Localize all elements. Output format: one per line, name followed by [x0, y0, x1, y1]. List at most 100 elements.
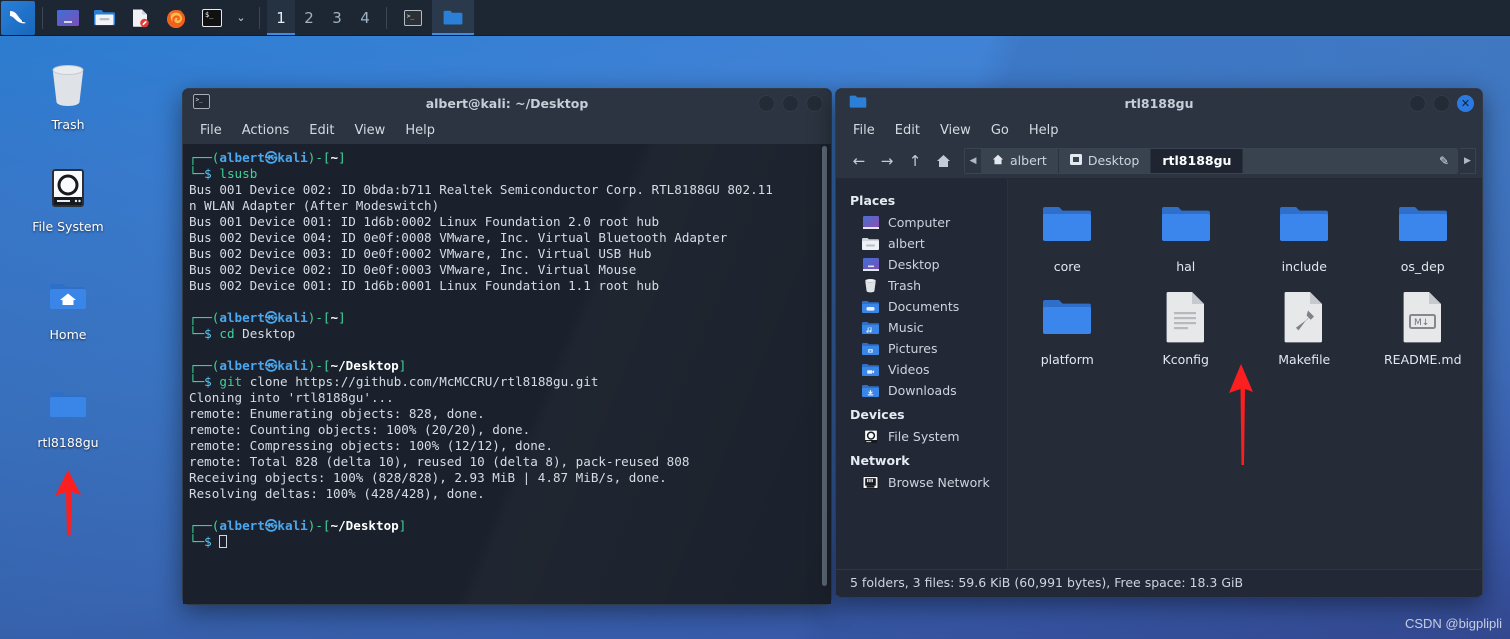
file-item-core[interactable]: core — [1008, 193, 1127, 274]
terminal-window-buttons[interactable] — [758, 94, 823, 112]
sidebar-item-label: Music — [888, 320, 924, 335]
markdown-file-icon: M↓ — [1364, 286, 1483, 344]
filemanager-window-buttons[interactable]: ✕ — [1409, 94, 1474, 112]
sidebar-item-computer[interactable]: Computer — [836, 212, 1007, 233]
desktop-icon-label: File System — [32, 219, 104, 234]
sidebar-item-documents[interactable]: Documents — [836, 296, 1007, 317]
maximize-button[interactable] — [782, 94, 799, 112]
arrow-pointing-to-rtl8188gu-desktop-folder — [55, 470, 81, 536]
documents-folder-icon — [862, 299, 879, 314]
chevron-down-icon[interactable]: ⌄ — [230, 11, 252, 24]
terminal-scrollbar[interactable] — [820, 144, 829, 604]
desktop-icon-trash[interactable]: Trash — [13, 58, 123, 132]
file-item-readme-md[interactable]: M↓ README.md — [1364, 286, 1483, 367]
close-button[interactable]: ✕ — [1457, 94, 1474, 112]
menu-file[interactable]: File — [846, 121, 882, 140]
workspace-1[interactable]: 1 — [267, 0, 295, 35]
workspace-3[interactable]: 3 — [323, 0, 351, 35]
trash-icon — [13, 58, 123, 110]
sidebar-item-videos[interactable]: Videos — [836, 359, 1007, 380]
terminal-prompt-line: ┌──(albert㉿kali)-[~] — [189, 310, 346, 325]
file-manager-window[interactable]: rtl8188gu ✕ File Edit View Go Help ← → ↑… — [835, 88, 1483, 598]
menu-file[interactable]: File — [193, 121, 229, 140]
breadcrumb-scroll-left-icon[interactable]: ◀ — [965, 148, 981, 173]
terminal-titlebar[interactable]: >_ albert@kali: ~/Desktop — [183, 89, 831, 117]
breadcrumb-desktop[interactable]: Desktop — [1058, 148, 1152, 173]
file-item-include[interactable]: include — [1245, 193, 1364, 274]
sidebar-item-downloads[interactable]: Downloads — [836, 380, 1007, 401]
sidebar-item-trash[interactable]: Trash — [836, 275, 1007, 296]
file-item-makefile[interactable]: Makefile — [1245, 286, 1364, 367]
home-icon[interactable] — [930, 148, 956, 174]
sidebar-item-pictures[interactable]: Pictures — [836, 338, 1007, 359]
terminal-prompt-line: ┌──(albert㉿kali)-[~/Desktop] — [189, 518, 407, 533]
close-button[interactable] — [806, 94, 823, 112]
sidebar-item-browse-network[interactable]: Browse Network — [836, 472, 1007, 493]
filemanager-menubar[interactable]: File Edit View Go Help — [836, 117, 1482, 143]
terminal-icon: >_ — [193, 93, 210, 113]
folder-icon — [1127, 193, 1246, 251]
file-item-hal[interactable]: hal — [1127, 193, 1246, 274]
workspace-2[interactable]: 2 — [295, 0, 323, 35]
file-manager-icon[interactable] — [89, 3, 119, 33]
minimize-button[interactable] — [758, 94, 775, 112]
show-desktop-icon[interactable] — [53, 3, 83, 33]
sidebar-item-albert[interactable]: albert — [836, 233, 1007, 254]
breadcrumb-scroll-right-icon[interactable]: ▶ — [1460, 147, 1476, 174]
breadcrumb-albert[interactable]: albert — [981, 148, 1059, 173]
terminal-window[interactable]: >_ albert@kali: ~/Desktop File Actions E… — [182, 88, 832, 605]
sidebar-item-label: albert — [888, 236, 925, 251]
sidebar-item-music[interactable]: Music — [836, 317, 1007, 338]
sidebar-item-desktop[interactable]: Desktop — [836, 254, 1007, 275]
menu-view[interactable]: View — [347, 121, 392, 140]
filemanager-titlebar[interactable]: rtl8188gu ✕ — [836, 89, 1482, 117]
terminal-output-line: Bus 002 Device 001: ID 1d6b:0001 Linux F… — [189, 278, 660, 293]
menu-view[interactable]: View — [933, 121, 978, 140]
filemanager-file-area[interactable]: core hal include os_dep platform Kconfig Makef… — [1008, 179, 1482, 569]
terminal-output[interactable]: ┌──(albert㉿kali)-[~] └─$ lsusb Bus 001 Dev… — [183, 143, 831, 604]
menu-edit[interactable]: Edit — [302, 121, 341, 140]
file-item-os-dep[interactable]: os_dep — [1364, 193, 1483, 274]
terminal-menubar[interactable]: File Actions Edit View Help — [183, 117, 831, 143]
menu-actions[interactable]: Actions — [235, 121, 297, 140]
terminal-icon[interactable]: $_ — [197, 3, 227, 33]
kali-menu-icon[interactable] — [1, 0, 35, 35]
folder-icon — [1245, 193, 1364, 251]
path-entry-area[interactable]: ✎ — [1243, 148, 1457, 173]
firefox-icon[interactable] — [161, 3, 191, 33]
music-folder-icon — [862, 320, 879, 335]
up-arrow-icon[interactable]: ↑ — [902, 148, 928, 174]
terminal-command-line: └─$ cd Desktop — [189, 326, 296, 341]
taskbar-window-filemanager[interactable] — [432, 0, 474, 35]
back-arrow-icon[interactable]: ← — [846, 148, 872, 174]
filemanager-sidebar[interactable]: Places Computer albert Desktop Trash Document… — [836, 179, 1008, 569]
sidebar-item-file-system[interactable]: File System — [836, 426, 1007, 447]
taskbar-window-terminal[interactable]: >_ — [394, 0, 432, 35]
desktop-icon-file-system[interactable]: File System — [13, 160, 123, 234]
menu-go[interactable]: Go — [984, 121, 1016, 140]
text-editor-icon[interactable] — [125, 3, 155, 33]
edit-path-pencil-icon[interactable]: ✎ — [1439, 154, 1449, 168]
workspace-4[interactable]: 4 — [351, 0, 379, 35]
menu-help[interactable]: Help — [398, 121, 442, 140]
minimize-button[interactable] — [1409, 94, 1426, 112]
taskbar-separator-3 — [386, 6, 387, 29]
desktop-icon-rtl8188gu[interactable]: rtl8188gu — [13, 376, 123, 450]
breadcrumb-rtl8188gu[interactable]: rtl8188gu — [1151, 148, 1244, 173]
file-item-label: platform — [1040, 352, 1094, 367]
desktop-icon-home[interactable]: Home — [13, 268, 123, 342]
terminal-command-line: └─$ lsusb — [189, 166, 258, 181]
forward-arrow-icon[interactable]: → — [874, 148, 900, 174]
menu-edit[interactable]: Edit — [888, 121, 927, 140]
terminal-output-line: remote: Enumerating objects: 828, done. — [189, 406, 485, 421]
desktop-icon-label: rtl8188gu — [37, 435, 99, 450]
maximize-button[interactable] — [1433, 94, 1450, 112]
home-folder-icon — [13, 268, 123, 320]
filemanager-toolbar[interactable]: ← → ↑ ◀ albert Desktop rtl8188gu ✎ ▶ — [836, 143, 1482, 179]
breadcrumb[interactable]: ◀ albert Desktop rtl8188gu ✎ — [964, 147, 1458, 174]
menu-help[interactable]: Help — [1022, 121, 1066, 140]
file-item-kconfig[interactable]: Kconfig — [1127, 286, 1246, 367]
file-item-platform[interactable]: platform — [1008, 286, 1127, 367]
trash-icon — [862, 278, 879, 293]
breadcrumb-label: Desktop — [1087, 153, 1140, 168]
